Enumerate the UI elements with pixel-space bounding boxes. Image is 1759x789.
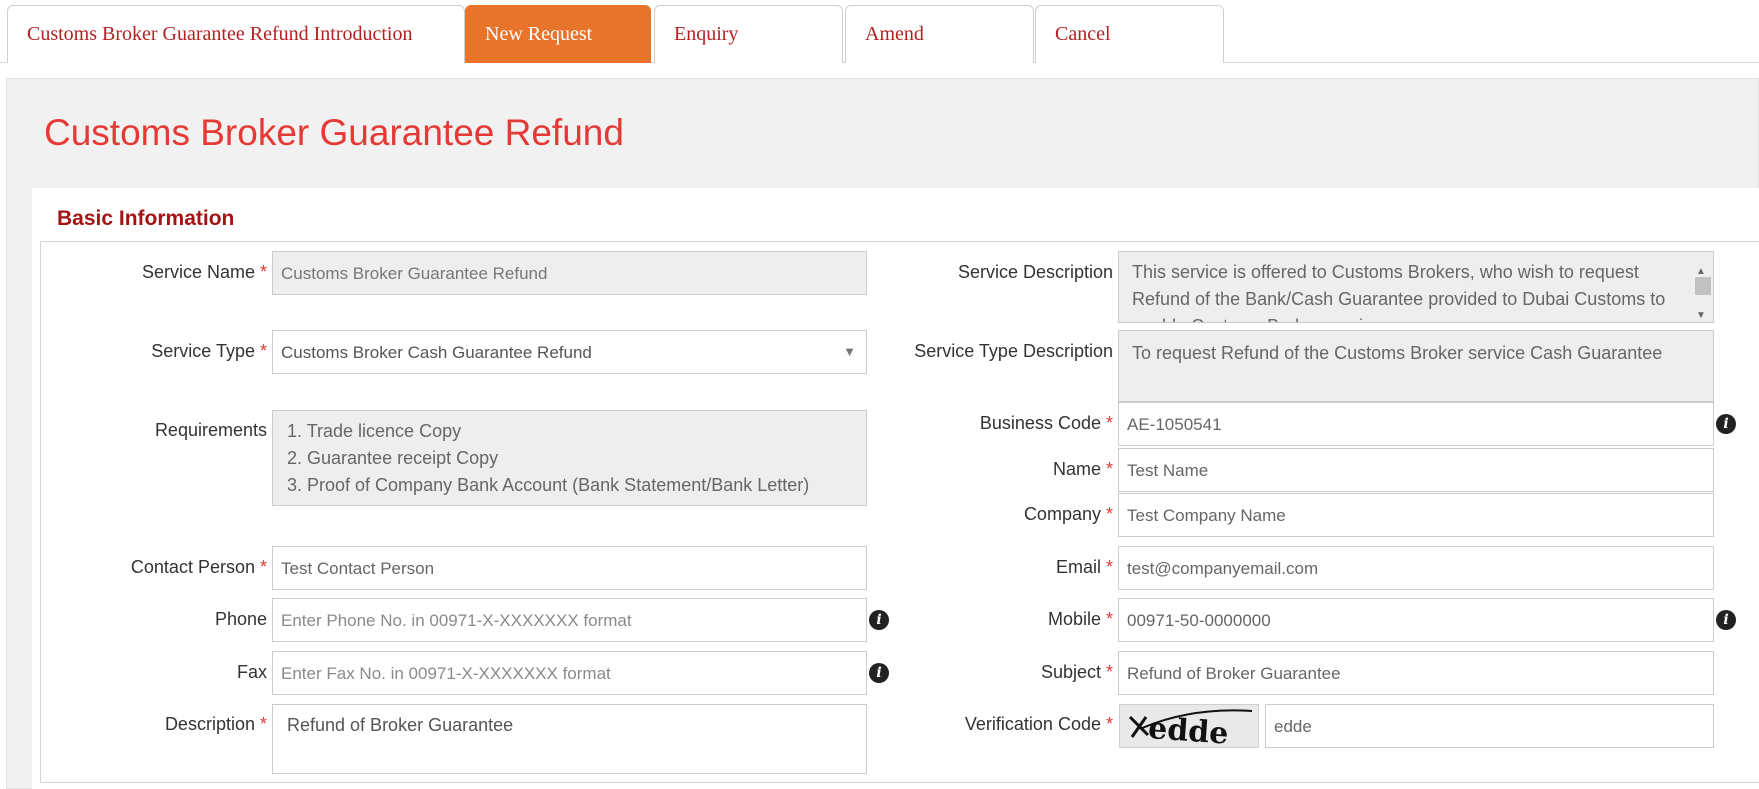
tab-amend[interactable]: Amend: [845, 5, 1034, 63]
tab-enquiry[interactable]: Enquiry: [654, 5, 843, 63]
mobile-input[interactable]: 00971-50-0000000: [1118, 598, 1714, 642]
required-asterisk: *: [1105, 459, 1113, 479]
service-description-box: This service is offered to Customs Broke…: [1118, 251, 1714, 323]
required-asterisk: *: [259, 714, 267, 734]
required-asterisk: *: [1105, 662, 1113, 682]
fax-input[interactable]: Enter Fax No. in 00971-X-XXXXXXX format: [272, 651, 867, 695]
phone-label: Phone: [214, 609, 267, 629]
description-label: Description *: [164, 714, 267, 734]
service-type-select[interactable]: Customs Broker Cash Guarantee Refund ▼: [272, 330, 867, 374]
service-type-description-label: Service Type Description: [914, 341, 1113, 361]
service-type-selected-value: Customs Broker Cash Guarantee Refund: [281, 343, 592, 362]
required-asterisk: *: [1105, 557, 1113, 577]
company-label: Company *: [1023, 504, 1113, 524]
email-input[interactable]: test@companyemail.com: [1118, 546, 1714, 590]
captcha-noise-icon: edde: [1128, 709, 1253, 748]
scroll-thumb[interactable]: [1695, 277, 1711, 295]
service-type-description-box: To request Refund of the Customs Broker …: [1118, 330, 1714, 402]
page-title: Customs Broker Guarantee Refund: [44, 112, 624, 153]
subject-label: Subject *: [1040, 662, 1113, 682]
captcha-text: edde: [1147, 711, 1229, 748]
requirement-item: 1. Trade licence Copy: [287, 421, 462, 441]
required-asterisk: *: [1105, 714, 1113, 734]
name-label: Name *: [1052, 459, 1113, 479]
tab-cancel[interactable]: Cancel: [1035, 5, 1224, 63]
name-input[interactable]: Test Name: [1118, 448, 1714, 492]
service-name-field: Customs Broker Guarantee Refund: [272, 251, 867, 295]
info-circle-icon[interactable]: i: [1716, 414, 1736, 434]
subject-input[interactable]: Refund of Broker Guarantee: [1118, 651, 1714, 695]
required-asterisk: *: [259, 557, 267, 577]
requirement-item: 3. Proof of Company Bank Account (Bank S…: [287, 475, 810, 495]
tab-new-request[interactable]: New Request: [465, 5, 651, 63]
mobile-label: Mobile *: [1047, 609, 1113, 629]
email-label: Email *: [1055, 557, 1113, 577]
phone-input[interactable]: Enter Phone No. in 00971-X-XXXXXXX forma…: [272, 598, 867, 642]
tab-introduction[interactable]: Customs Broker Guarantee Refund Introduc…: [7, 5, 465, 63]
info-circle-icon[interactable]: i: [869, 610, 889, 630]
section-title: Basic Information: [57, 207, 235, 230]
info-circle-icon[interactable]: i: [869, 663, 889, 683]
service-type-label: Service Type *: [151, 341, 267, 361]
required-asterisk: *: [259, 262, 267, 282]
requirement-item: 2. Guarantee receipt Copy: [287, 448, 499, 468]
company-input[interactable]: Test Company Name: [1118, 493, 1714, 537]
required-asterisk: *: [1105, 413, 1113, 433]
required-asterisk: *: [1105, 609, 1113, 629]
contact-person-label: Contact Person *: [130, 557, 267, 577]
service-description-scrollbar[interactable]: ▲ ▼: [1691, 252, 1713, 322]
service-description-label: Service Description: [957, 262, 1113, 282]
required-asterisk: *: [259, 341, 267, 361]
business-code-label: Business Code *: [979, 413, 1113, 433]
service-name-label: Service Name *: [141, 262, 267, 282]
captcha-image: edde: [1119, 704, 1259, 748]
verification-code-input[interactable]: edde: [1265, 704, 1714, 748]
chevron-down-icon: ▼: [843, 344, 856, 359]
requirements-list: 1. Trade licence Copy 2. Guarantee recei…: [272, 410, 867, 506]
business-code-input[interactable]: AE-1050541: [1118, 402, 1714, 446]
fax-label: Fax: [236, 662, 267, 682]
verification-code-label: Verification Code *: [964, 714, 1113, 734]
info-circle-icon[interactable]: i: [1716, 610, 1736, 630]
service-description-text: This service is offered to Customs Broke…: [1132, 262, 1666, 322]
description-textarea[interactable]: Refund of Broker Guarantee: [272, 704, 867, 774]
required-asterisk: *: [1105, 504, 1113, 524]
scroll-down-icon[interactable]: ▼: [1696, 302, 1706, 322]
contact-person-input[interactable]: Test Contact Person: [272, 546, 867, 590]
requirements-label: Requirements: [154, 420, 267, 440]
tab-bar: Customs Broker Guarantee Refund Introduc…: [0, 0, 1759, 63]
